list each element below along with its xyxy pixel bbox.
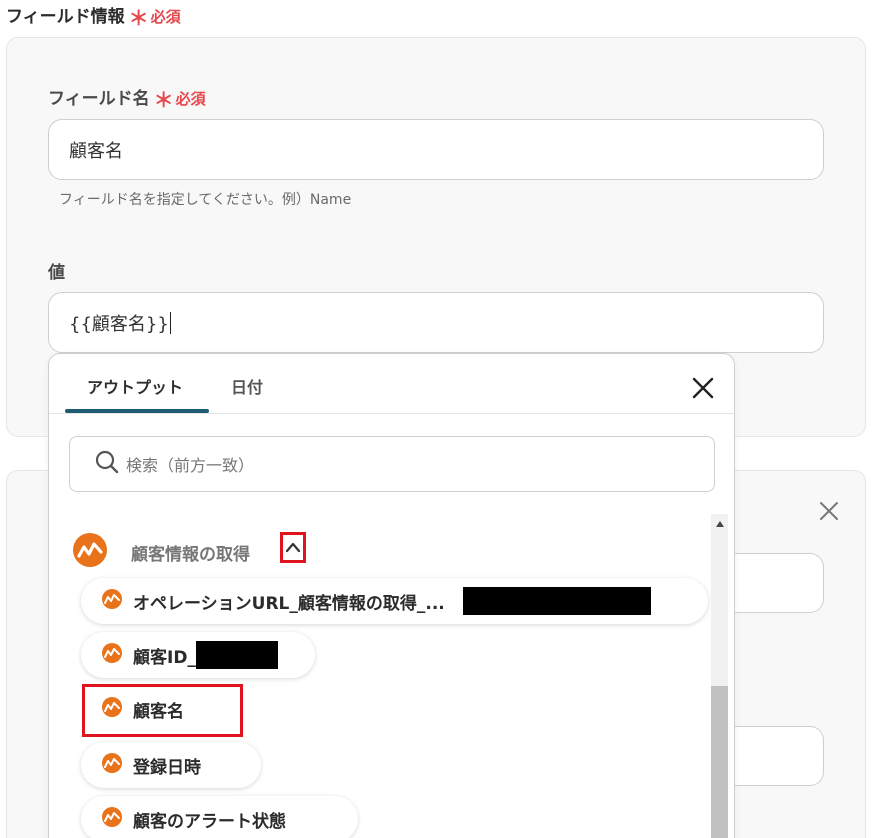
group-header[interactable]: 顧客情報の取得	[71, 531, 250, 573]
section-title: フィールド情報 ＊ 必須	[6, 2, 181, 30]
scrollbar-thumb[interactable]	[711, 686, 728, 838]
redacted-block	[462, 587, 651, 615]
close-icon[interactable]	[690, 375, 716, 401]
output-item[interactable]: 顧客ID_	[81, 632, 315, 678]
app-logo-icon	[101, 806, 123, 833]
redacted-block	[195, 641, 278, 669]
text-cursor	[169, 311, 171, 334]
section-title-text: フィールド情報	[6, 7, 125, 27]
search-input[interactable]: 検索（前方一致）	[69, 436, 715, 492]
active-tab-indicator	[65, 409, 209, 413]
value-label: 値	[48, 258, 65, 283]
app-logo-icon	[101, 588, 123, 615]
scrollbar[interactable]	[711, 514, 728, 838]
field-name-hint: フィールド名を指定してください。例）Name	[59, 192, 352, 208]
group-title: 顧客情報の取得	[131, 544, 250, 565]
output-item[interactable]: 登録日時	[81, 742, 261, 788]
output-item-label: 顧客ID_	[133, 647, 196, 668]
tab-output[interactable]: アウトプット	[87, 374, 183, 398]
field-name-input[interactable]: 顧客名	[48, 119, 824, 180]
highlight-box	[82, 684, 243, 737]
tab-date[interactable]: 日付	[231, 374, 263, 398]
app-logo-icon	[101, 752, 123, 779]
required-star-icon: ＊	[153, 88, 174, 112]
required-text: 必須	[175, 90, 206, 108]
field-name-label-text: フィールド名	[48, 89, 150, 109]
required-star-icon: ＊	[128, 6, 149, 30]
output-item[interactable]: 顧客のアラート状態	[81, 796, 358, 838]
field-name-input-value: 顧客名	[69, 140, 123, 162]
search-placeholder: 検索（前方一致）	[126, 456, 255, 475]
popup-tabs: アウトプット 日付	[49, 354, 734, 414]
app-logo-icon	[71, 531, 109, 573]
required-badge: ＊ 必須	[128, 5, 181, 30]
value-input[interactable]: {{顧客名}}	[48, 292, 824, 353]
field-name-label: フィールド名 ＊ 必須	[48, 84, 206, 112]
chevron-up-icon	[285, 538, 301, 557]
app-logo-icon	[101, 642, 123, 669]
output-item-label: 顧客のアラート状態	[133, 811, 286, 832]
output-picker-popup: アウトプット 日付 検索（前方一致） 顧客情報の取得 オペレーションURL_顧客…	[48, 353, 735, 838]
search-icon	[94, 449, 120, 479]
collapse-toggle[interactable]	[280, 532, 306, 563]
output-item[interactable]: オペレーションURL_顧客情報の取得_...	[81, 578, 708, 624]
output-item-label: 登録日時	[133, 757, 201, 778]
field-2-value-input[interactable]	[735, 726, 824, 786]
field-name-required-badge: ＊ 必須	[153, 87, 206, 112]
required-text: 必須	[150, 8, 181, 26]
output-item-label: オペレーションURL_顧客情報の取得_...	[133, 593, 445, 614]
remove-field-close-icon[interactable]	[817, 499, 841, 523]
value-label-text: 値	[48, 263, 65, 283]
scroll-up-arrow-icon[interactable]	[711, 520, 728, 530]
field-2-name-input[interactable]	[735, 553, 824, 613]
value-input-value: {{顧客名}}	[69, 313, 169, 335]
